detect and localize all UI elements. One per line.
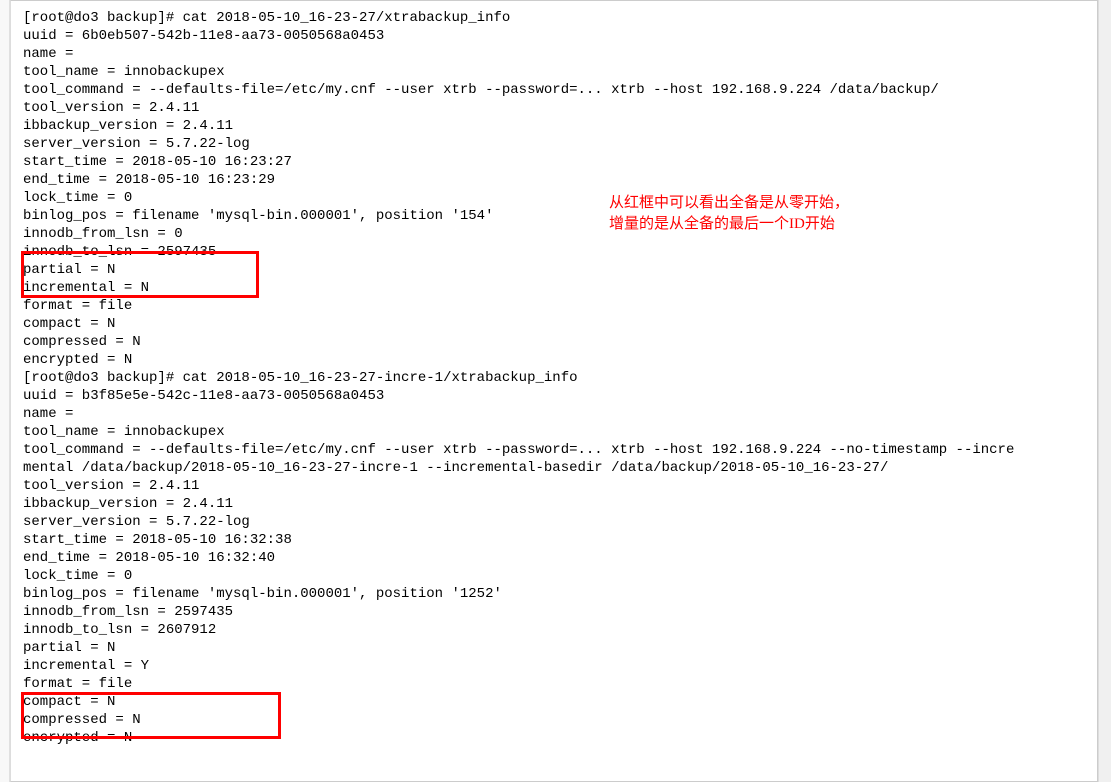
terminal-line: name = xyxy=(23,45,1085,63)
terminal-line: lock_time = 0 xyxy=(23,567,1085,585)
terminal-line: tool_name = innobackupex xyxy=(23,63,1085,81)
terminal-line: binlog_pos = filename 'mysql-bin.000001'… xyxy=(23,207,1085,225)
terminal-line: compressed = N xyxy=(23,711,1085,729)
editor-gutter xyxy=(0,0,10,782)
terminal-line: encrypted = N xyxy=(23,729,1085,747)
terminal-line: innodb_from_lsn = 0 xyxy=(23,225,1085,243)
terminal-line: tool_version = 2.4.11 xyxy=(23,99,1085,117)
terminal-line: format = file xyxy=(23,297,1085,315)
terminal-line: uuid = b3f85e5e-542c-11e8-aa73-0050568a0… xyxy=(23,387,1085,405)
terminal-line: end_time = 2018-05-10 16:32:40 xyxy=(23,549,1085,567)
terminal-line: lock_time = 0 xyxy=(23,189,1085,207)
annotation-text-line2: 增量的是从全备的最后一个ID开始 xyxy=(609,215,835,233)
terminal-line: compact = N xyxy=(23,693,1085,711)
terminal-line: tool_command = --defaults-file=/etc/my.c… xyxy=(23,81,1085,99)
vertical-scrollbar[interactable] xyxy=(1098,0,1111,782)
terminal-line: uuid = 6b0eb507-542b-11e8-aa73-0050568a0… xyxy=(23,27,1085,45)
terminal-line: innodb_to_lsn = 2597435 xyxy=(23,243,1085,261)
terminal-line: partial = N xyxy=(23,639,1085,657)
terminal-line: [root@do3 backup]# cat 2018-05-10_16-23-… xyxy=(23,369,1085,387)
terminal-line: tool_version = 2.4.11 xyxy=(23,477,1085,495)
terminal-line: tool_command = --defaults-file=/etc/my.c… xyxy=(23,441,1085,459)
terminal-line: name = xyxy=(23,405,1085,423)
terminal-line: server_version = 5.7.22-log xyxy=(23,513,1085,531)
terminal-line: [root@do3 backup]# cat 2018-05-10_16-23-… xyxy=(23,9,1085,27)
terminal-line: format = file xyxy=(23,675,1085,693)
annotation-text-line1: 从红框中可以看出全备是从零开始， xyxy=(609,194,849,212)
terminal-line: start_time = 2018-05-10 16:23:27 xyxy=(23,153,1085,171)
terminal-line: compact = N xyxy=(23,315,1085,333)
terminal-line: encrypted = N xyxy=(23,351,1085,369)
terminal-output[interactable]: [root@do3 backup]# cat 2018-05-10_16-23-… xyxy=(10,0,1098,782)
terminal-line: ibbackup_version = 2.4.11 xyxy=(23,117,1085,135)
terminal-line: end_time = 2018-05-10 16:23:29 xyxy=(23,171,1085,189)
terminal-line: mental /data/backup/2018-05-10_16-23-27-… xyxy=(23,459,1085,477)
terminal-line: innodb_from_lsn = 2597435 xyxy=(23,603,1085,621)
terminal-line: incremental = N xyxy=(23,279,1085,297)
terminal-line: binlog_pos = filename 'mysql-bin.000001'… xyxy=(23,585,1085,603)
terminal-line: ibbackup_version = 2.4.11 xyxy=(23,495,1085,513)
terminal-line: incremental = Y xyxy=(23,657,1085,675)
terminal-line: tool_name = innobackupex xyxy=(23,423,1085,441)
terminal-line: innodb_to_lsn = 2607912 xyxy=(23,621,1085,639)
terminal-line: start_time = 2018-05-10 16:32:38 xyxy=(23,531,1085,549)
terminal-line: partial = N xyxy=(23,261,1085,279)
terminal-line: server_version = 5.7.22-log xyxy=(23,135,1085,153)
terminal-line: compressed = N xyxy=(23,333,1085,351)
